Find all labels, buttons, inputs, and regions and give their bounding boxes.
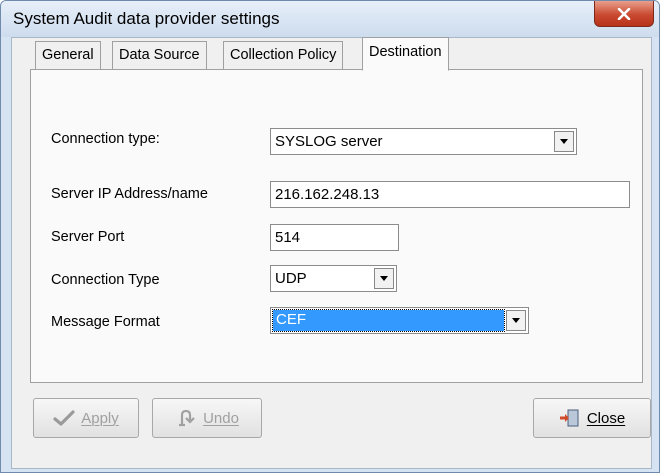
close-x-icon [617, 7, 631, 20]
message-format-value: CEF [272, 309, 505, 332]
server-ip-input[interactable]: 216.162.248.13 [270, 181, 630, 208]
message-format-select[interactable]: CEF [270, 307, 529, 334]
checkmark-icon [53, 410, 75, 426]
connection-type-label: Connection type: [51, 131, 160, 147]
chevron-down-icon[interactable] [374, 268, 394, 289]
tab-destination[interactable]: Destination [362, 37, 449, 71]
server-port-label: Server Port [51, 229, 125, 245]
connection-type-select[interactable]: SYSLOG server [270, 128, 577, 155]
server-ip-label: Server IP Address/name [51, 186, 208, 202]
window-close-button[interactable] [594, 1, 654, 27]
undo-button[interactable]: Undo [152, 398, 262, 438]
server-port-input[interactable]: 514 [270, 224, 399, 251]
tab-general[interactable]: General [35, 41, 101, 69]
tab-data-source[interactable]: Data Source [112, 41, 207, 69]
close-label: Close [586, 409, 626, 427]
close-button[interactable]: Close [533, 398, 651, 438]
settings-window: System Audit data provider settings Gene… [0, 0, 660, 473]
protocol-value: UDP [275, 270, 307, 287]
protocol-select[interactable]: UDP [270, 265, 397, 292]
protocol-label: Connection Type [51, 272, 160, 288]
exit-door-icon [559, 409, 579, 427]
undo-icon [179, 409, 195, 427]
apply-label: Apply [81, 409, 119, 427]
chevron-down-icon[interactable] [554, 131, 574, 152]
title-bar[interactable]: System Audit data provider settings [1, 1, 659, 37]
connection-type-value: SYSLOG server [275, 133, 383, 150]
tab-collection-policy[interactable]: Collection Policy [223, 41, 344, 69]
undo-label: Undo [203, 409, 239, 427]
message-format-label: Message Format [51, 314, 160, 330]
window-title: System Audit data provider settings [13, 9, 280, 28]
apply-button[interactable]: Apply [33, 398, 139, 438]
chevron-down-icon[interactable] [506, 310, 526, 331]
